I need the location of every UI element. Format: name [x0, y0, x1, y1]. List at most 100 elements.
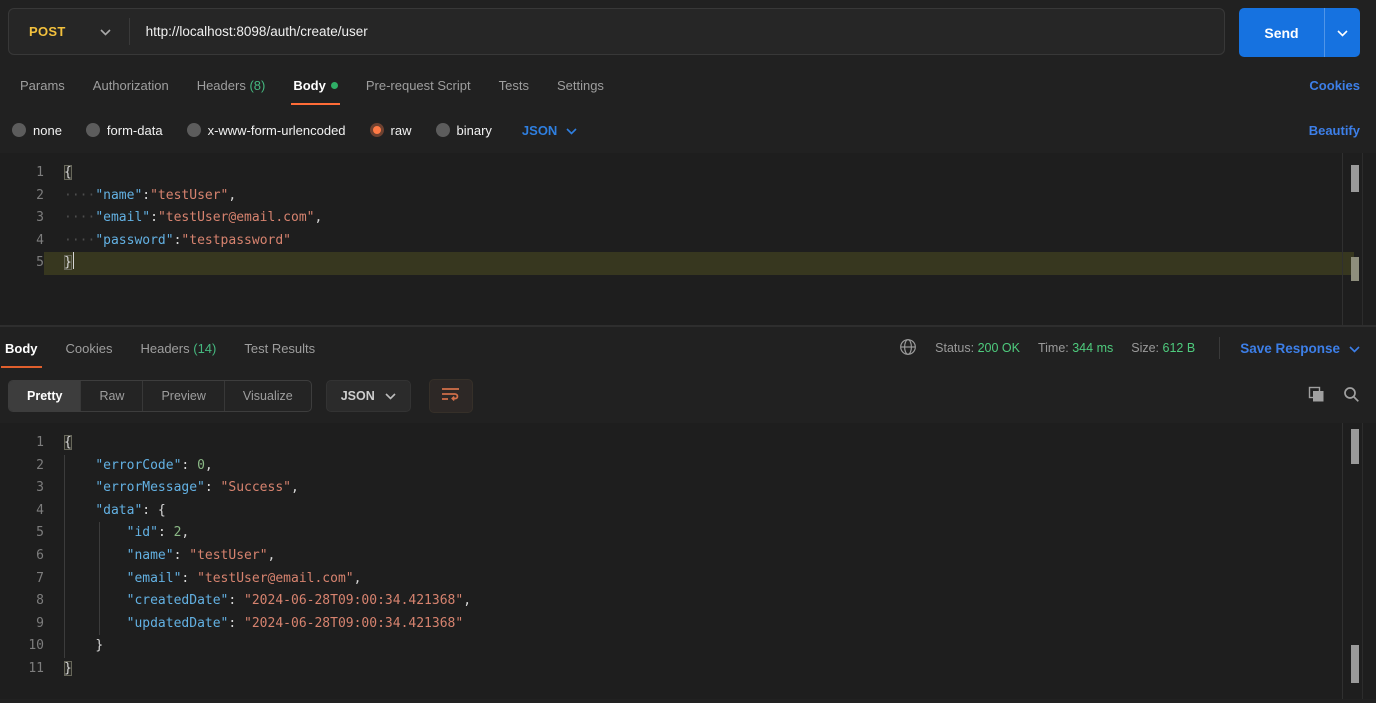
- indent-guide: [64, 455, 65, 658]
- globe-icon[interactable]: [899, 338, 917, 359]
- code-line-content: }: [44, 635, 1376, 658]
- radio-icon: [12, 123, 26, 137]
- tab-body[interactable]: Body: [279, 65, 352, 106]
- radio-icon: [436, 123, 450, 137]
- view-mode-switcher: Pretty Raw Preview Visualize: [8, 380, 312, 412]
- text-cursor: [73, 252, 75, 269]
- mode-x-www-form-urlencoded[interactable]: x-www-form-urlencoded: [187, 123, 346, 138]
- code-line: 2 "errorCode": 0,: [0, 455, 1376, 478]
- line-number: 11: [0, 658, 44, 681]
- line-number: 4: [0, 230, 44, 253]
- tab-pre-request-script[interactable]: Pre-request Script: [352, 65, 485, 106]
- body-modified-dot: [331, 82, 338, 89]
- status-value: 200 OK: [978, 341, 1020, 355]
- method-dropdown[interactable]: POST: [9, 23, 129, 41]
- line-number: 2: [0, 185, 44, 208]
- body-format-dropdown[interactable]: JSON: [522, 123, 577, 138]
- response-meta-bar: Body Cookies Headers (14) Test Results S…: [0, 326, 1376, 369]
- code-line: 3····"email":"testUser@email.com",: [0, 207, 1376, 230]
- tab-response-body[interactable]: Body: [0, 328, 52, 369]
- line-number: 1: [0, 162, 44, 185]
- line-number: 5: [0, 522, 44, 545]
- size-field: Size: 612 B: [1131, 341, 1195, 355]
- code-line: 5 "id": 2,: [0, 522, 1376, 545]
- code-line: 1{: [0, 432, 1376, 455]
- url-input[interactable]: [130, 9, 1224, 54]
- mode-raw[interactable]: raw: [370, 123, 412, 138]
- tab-response-headers[interactable]: Headers (14): [126, 328, 230, 369]
- search-button[interactable]: [1343, 386, 1360, 406]
- indent-guide: [99, 522, 100, 635]
- response-tools: [1308, 386, 1360, 406]
- code-line-content: "errorCode": 0,: [44, 455, 1376, 478]
- code-line: 7 "email": "testUser@email.com",: [0, 568, 1376, 591]
- response-headers-count-badge: (14): [193, 341, 216, 356]
- code-line-content: "errorMessage": "Success",: [44, 477, 1376, 500]
- response-body-editor[interactable]: 1{2 "errorCode": 0,3 "errorMessage": "Su…: [0, 423, 1376, 699]
- size-value: 612 B: [1163, 341, 1196, 355]
- overview-ruler-marker: [1351, 645, 1359, 683]
- send-button-group: Send: [1239, 8, 1360, 57]
- response-view-toolbar: Pretty Raw Preview Visualize JSON: [0, 369, 1376, 423]
- time-field: Time: 344 ms: [1038, 341, 1113, 355]
- view-preview[interactable]: Preview: [143, 381, 224, 411]
- request-body-editor[interactable]: 1{2····"name":"testUser",3····"email":"t…: [0, 153, 1376, 326]
- code-line-content: "name": "testUser",: [44, 545, 1376, 568]
- body-mode-row: none form-data x-www-form-urlencoded raw…: [0, 107, 1376, 153]
- scrollbar-thumb[interactable]: [1351, 429, 1359, 464]
- code-line: 11}: [0, 658, 1376, 681]
- tab-tests[interactable]: Tests: [485, 65, 543, 106]
- mode-none[interactable]: none: [12, 123, 62, 138]
- code-line-content: }: [44, 252, 1354, 275]
- radio-icon: [86, 123, 100, 137]
- tab-settings[interactable]: Settings: [543, 65, 618, 106]
- request-editor-scrollbar: [1342, 153, 1376, 325]
- tab-params[interactable]: Params: [6, 65, 79, 106]
- copy-icon: [1308, 386, 1325, 406]
- word-wrap-icon: [441, 386, 461, 407]
- chevron-down-icon: [1349, 341, 1360, 356]
- line-number: 8: [0, 590, 44, 613]
- view-raw[interactable]: Raw: [81, 381, 143, 411]
- code-line-content: "updatedDate": "2024-06-28T09:00:34.4213…: [44, 613, 1376, 636]
- save-response-button[interactable]: Save Response: [1240, 341, 1360, 356]
- overview-ruler-marker: [1351, 257, 1359, 281]
- line-number: 1: [0, 432, 44, 455]
- code-line: 2····"name":"testUser",: [0, 185, 1376, 208]
- tab-response-cookies[interactable]: Cookies: [52, 328, 127, 369]
- send-options-button[interactable]: [1324, 8, 1360, 57]
- code-line: 4····"password":"testpassword": [0, 230, 1376, 253]
- cookies-link[interactable]: Cookies: [1309, 78, 1360, 93]
- method-label: POST: [29, 24, 66, 39]
- view-visualize[interactable]: Visualize: [225, 381, 311, 411]
- view-pretty[interactable]: Pretty: [9, 381, 81, 411]
- mode-form-data[interactable]: form-data: [86, 123, 163, 138]
- tab-test-results[interactable]: Test Results: [230, 328, 329, 369]
- line-number: 4: [0, 500, 44, 523]
- code-line: 8 "createdDate": "2024-06-28T09:00:34.42…: [0, 590, 1376, 613]
- chevron-down-icon: [1337, 25, 1348, 40]
- request-code-lines: 1{2····"name":"testUser",3····"email":"t…: [0, 153, 1376, 275]
- word-wrap-button[interactable]: [429, 379, 473, 413]
- code-line-content: {: [44, 432, 1376, 455]
- code-line-content: "createdDate": "2024-06-28T09:00:34.4213…: [44, 590, 1376, 613]
- scrollbar-thumb[interactable]: [1351, 165, 1359, 192]
- response-code-lines: 1{2 "errorCode": 0,3 "errorMessage": "Su…: [0, 423, 1376, 681]
- copy-button[interactable]: [1308, 386, 1325, 406]
- response-format-dropdown[interactable]: JSON: [326, 380, 411, 412]
- mode-binary[interactable]: binary: [436, 123, 492, 138]
- divider: [1219, 337, 1220, 359]
- headers-count-badge: (8): [249, 78, 265, 93]
- request-url-row: POST Send: [0, 0, 1376, 64]
- tab-authorization[interactable]: Authorization: [79, 65, 183, 106]
- code-line-content: ····"email":"testUser@email.com",: [44, 207, 1376, 230]
- code-line: 1{: [0, 162, 1376, 185]
- beautify-link[interactable]: Beautify: [1309, 123, 1360, 138]
- code-line: 9 "updatedDate": "2024-06-28T09:00:34.42…: [0, 613, 1376, 636]
- chevron-down-icon: [100, 23, 111, 41]
- code-line-content: }: [44, 658, 1376, 681]
- send-button[interactable]: Send: [1239, 8, 1324, 57]
- tab-headers[interactable]: Headers (8): [183, 65, 280, 106]
- code-line-content: ····"password":"testpassword": [44, 230, 1376, 253]
- line-number: 7: [0, 568, 44, 591]
